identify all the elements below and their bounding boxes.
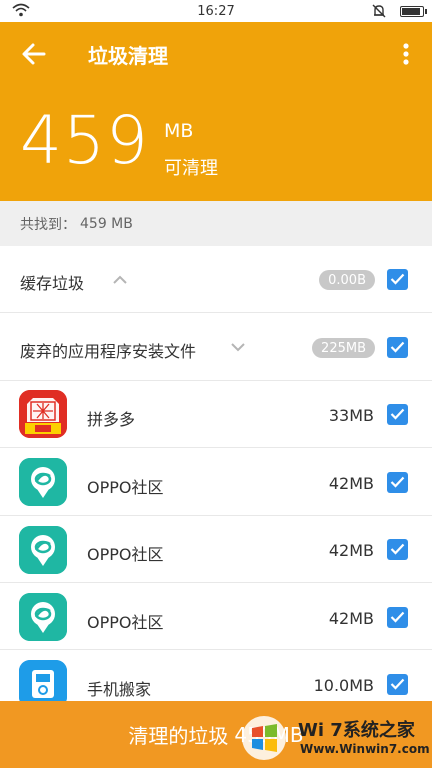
more-options-icon[interactable] — [402, 42, 410, 66]
status-time: 16:27 — [197, 3, 235, 19]
category-size-badge: 0.00B — [319, 270, 375, 290]
checkmark-icon — [390, 273, 405, 285]
app-name: OPPO社区 — [87, 545, 164, 564]
found-value: 459 MB — [80, 215, 133, 232]
cleanable-caption: 可清理 — [164, 158, 218, 179]
list-item[interactable]: OPPO社区 42MB — [0, 448, 432, 516]
checkmark-icon — [390, 543, 405, 555]
pinduoduo-icon — [19, 390, 67, 438]
list-item[interactable]: OPPO社区 42MB — [0, 583, 432, 650]
checkmark-icon — [390, 408, 405, 420]
status-bar: 16:27 — [0, 0, 432, 22]
checkmark-icon — [390, 476, 405, 488]
cleanable-size-value: 459 — [20, 102, 149, 179]
category-checkbox[interactable] — [387, 269, 408, 290]
list-item[interactable]: 拼多多 33MB — [0, 381, 432, 448]
checkmark-icon — [390, 611, 405, 623]
category-cache-junk[interactable]: 缓存垃圾 0.00B — [0, 246, 432, 313]
found-summary: 共找到： 459 MB — [0, 201, 432, 246]
found-label: 共找到： — [20, 216, 76, 233]
app-name: 手机搬家 — [87, 680, 152, 699]
category-obsolete-apks[interactable]: 废弃的应用程序安装文件 225MB — [0, 313, 432, 381]
watermark-title: Wi 7系统之家 — [298, 720, 415, 741]
battery-icon — [400, 5, 427, 17]
watermark: Wi 7系统之家 Www.Winwin7.com — [238, 712, 430, 764]
windows-logo-icon — [242, 716, 286, 760]
page-title: 垃圾清理 — [88, 44, 168, 68]
app-size: 42MB — [328, 609, 374, 628]
category-label: 缓存垃圾 — [20, 274, 85, 293]
category-label: 废弃的应用程序安装文件 — [20, 342, 197, 361]
wifi-icon — [12, 3, 30, 17]
app-size: 42MB — [328, 474, 374, 493]
app-checkbox[interactable] — [387, 674, 408, 695]
app-checkbox[interactable] — [387, 404, 408, 425]
back-arrow-icon[interactable] — [20, 40, 48, 68]
app-checkbox[interactable] — [387, 607, 408, 628]
oppo-community-icon — [19, 458, 67, 506]
app-name: OPPO社区 — [87, 613, 164, 632]
clean-button-label: 清理的垃圾 — [128, 724, 229, 748]
watermark-url: Www.Winwin7.com — [300, 742, 430, 756]
category-size-badge: 225MB — [312, 338, 375, 358]
checkmark-icon — [390, 678, 405, 690]
checkmark-icon — [390, 341, 405, 353]
app-size: 10.0MB — [313, 676, 374, 695]
cleanable-size-unit: MB — [164, 120, 194, 142]
app-size: 42MB — [328, 541, 374, 560]
phone-clone-icon — [19, 660, 67, 701]
app-checkbox[interactable] — [387, 539, 408, 560]
app-name: OPPO社区 — [87, 478, 164, 497]
app-checkbox[interactable] — [387, 472, 408, 493]
chevron-down-icon[interactable] — [231, 343, 245, 352]
list-item[interactable]: OPPO社区 42MB — [0, 516, 432, 583]
category-checkbox[interactable] — [387, 337, 408, 358]
app-size: 33MB — [328, 406, 374, 425]
list-item[interactable]: 手机搬家 10.0MB — [0, 650, 432, 701]
alarm-icon — [372, 4, 386, 18]
chevron-up-icon[interactable] — [113, 275, 127, 284]
oppo-community-icon — [19, 593, 67, 641]
header: 垃圾清理 459 MB 可清理 — [0, 22, 432, 201]
app-name: 拼多多 — [87, 410, 136, 429]
oppo-community-icon — [19, 526, 67, 574]
